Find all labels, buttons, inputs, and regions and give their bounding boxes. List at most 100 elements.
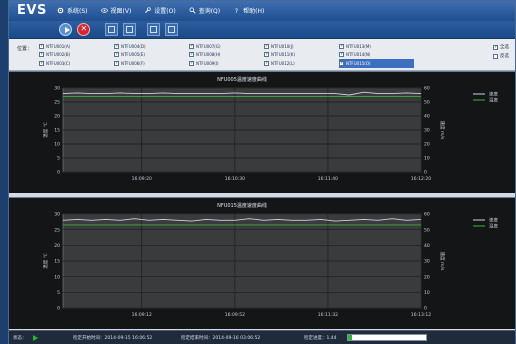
channel-item[interactable]: NTFU014(N) bbox=[339, 51, 414, 60]
x-tick-label: 16:13:12 bbox=[411, 312, 431, 318]
play-icon[interactable] bbox=[59, 23, 72, 36]
channel-checkbox[interactable] bbox=[114, 51, 119, 58]
channel-label: NTFU004(D) bbox=[121, 43, 146, 49]
menu-settings[interactable]: 设置(O) bbox=[144, 6, 176, 15]
legend-label: 温度 bbox=[489, 223, 498, 230]
channel-checkbox[interactable] bbox=[264, 60, 269, 66]
y2-tick-label: 40 bbox=[424, 114, 430, 120]
y2-tick-label: 0 bbox=[424, 170, 427, 176]
channel-checkbox[interactable] bbox=[264, 43, 269, 49]
channel-checkbox[interactable] bbox=[189, 43, 194, 49]
menu-view[interactable]: 视图(V) bbox=[100, 6, 132, 15]
y2-tick-label: 10 bbox=[424, 290, 430, 296]
channel-checkbox[interactable] bbox=[339, 60, 344, 66]
chart-panel-1: NFU005温度速度曲线 0 5 10 15 20 25 30 0 10 20 30 40 50 60 16:… bbox=[9, 71, 515, 193]
channel-item[interactable]: NTFU005(E) bbox=[114, 51, 189, 60]
channel-item[interactable]: NTFU008(H) bbox=[189, 51, 264, 60]
y-axis-label: 温度 ℃ bbox=[42, 253, 49, 268]
y-tick-label: 30 bbox=[54, 212, 60, 218]
y2-tick-label: 30 bbox=[424, 128, 430, 134]
channel-checkbox[interactable] bbox=[39, 51, 44, 58]
channel-checkbox[interactable] bbox=[339, 51, 344, 58]
channel-label: NTFU011(K) bbox=[271, 52, 296, 58]
invert-select-checkbox[interactable] bbox=[493, 53, 498, 59]
start-time: 检定开始时间：2014-09-15 16:06:52 bbox=[73, 336, 153, 341]
channel-checkbox[interactable] bbox=[114, 43, 119, 49]
chart-nfu005: NFU005温度速度曲线 0 5 10 15 20 25 30 0 10 20 30 40 50 60 16:… bbox=[42, 76, 498, 182]
channel-item[interactable]: NTFU010(J) bbox=[264, 42, 339, 51]
stop-icon[interactable] bbox=[77, 23, 90, 36]
y-tick-label: 25 bbox=[54, 100, 60, 106]
device-icon[interactable] bbox=[105, 23, 118, 36]
menu-view-label: 视图(V) bbox=[110, 8, 132, 15]
channel-item[interactable]: NTFU001(A) bbox=[39, 42, 114, 51]
svg-text:?: ? bbox=[235, 8, 238, 14]
x-tick-label: 16:09:52 bbox=[225, 312, 245, 318]
chart-title: NFU005温度速度曲线 bbox=[217, 76, 267, 83]
channel-checkbox[interactable] bbox=[189, 51, 194, 58]
x-tick-label: 16:09:20 bbox=[132, 176, 152, 182]
channel-item[interactable]: NTFU013(M) bbox=[339, 42, 414, 51]
y-tick-label: 10 bbox=[54, 142, 60, 148]
channel-label: NTFU005(E) bbox=[121, 52, 145, 58]
progress-bar bbox=[347, 334, 427, 341]
channel-checkbox[interactable] bbox=[39, 60, 44, 66]
select-all-checkbox[interactable] bbox=[493, 44, 498, 50]
channel-item[interactable]: NTFU009(I) bbox=[189, 59, 264, 68]
legend-label: 温度 bbox=[489, 97, 498, 104]
channel-label: NTFU015(O) bbox=[346, 60, 371, 66]
y-tick-label: 30 bbox=[54, 86, 60, 92]
y2-tick-label: 60 bbox=[424, 86, 430, 92]
y-tick-label: 20 bbox=[54, 243, 60, 249]
menu-help-label: 帮助(H) bbox=[243, 8, 265, 15]
channel-checkbox[interactable] bbox=[189, 60, 194, 66]
channel-label: NTFU003(C) bbox=[46, 60, 71, 66]
channel-label: NTFU010(J) bbox=[271, 43, 294, 49]
eye-icon bbox=[100, 8, 108, 13]
channel-label: NTFU012(L) bbox=[271, 60, 295, 66]
select-all-option[interactable]: 全选 bbox=[493, 44, 509, 50]
channel-checkbox[interactable] bbox=[264, 51, 269, 58]
y2-tick-label: 20 bbox=[424, 274, 430, 280]
chart-nfu015: NFU015温度速度曲线 0 5 10 15 20 25 30 0 10 20 30 40 50 60 16:… bbox=[42, 202, 498, 318]
y2-tick-label: 60 bbox=[424, 212, 430, 218]
channel-item[interactable]: NTFU011(K) bbox=[264, 51, 339, 60]
channel-item[interactable]: NTFU006(F) bbox=[114, 59, 189, 68]
select-options: 全选 反选 bbox=[493, 44, 509, 59]
channel-item[interactable]: NTFU012(L) bbox=[264, 59, 339, 68]
menu-system[interactable]: 系统(S) bbox=[57, 6, 88, 15]
invert-select-option[interactable]: 反选 bbox=[493, 53, 509, 59]
channel-item[interactable]: NTFU004(D) bbox=[114, 42, 189, 51]
gear-icon bbox=[57, 7, 64, 14]
channel-item[interactable]: NTFU015(O) bbox=[339, 59, 414, 68]
status-bar: 状态： 检定开始时间：2014-09-15 16:06:52 检定结束时间：20… bbox=[9, 330, 515, 344]
y2-axis-label: 速度 m/s bbox=[439, 252, 446, 271]
y-tick-label: 20 bbox=[54, 114, 60, 120]
channel-label: NTFU007(G) bbox=[196, 43, 221, 49]
grid-icon[interactable] bbox=[147, 23, 160, 36]
channel-checkbox[interactable] bbox=[114, 60, 119, 66]
menu-query[interactable]: 查询(Q) bbox=[189, 6, 220, 15]
y2-tick-label: 50 bbox=[424, 227, 430, 233]
invert-select-label: 反选 bbox=[500, 54, 509, 59]
channel-checkbox[interactable] bbox=[339, 43, 344, 49]
channel-label: NTFU014(N) bbox=[346, 52, 371, 58]
channel-label: NTFU013(M) bbox=[346, 43, 371, 49]
measure-icon[interactable] bbox=[123, 23, 136, 36]
y-tick-label: 10 bbox=[54, 274, 60, 280]
y-tick-label: 0 bbox=[57, 306, 60, 312]
channel-grid: NTFU001(A) NTFU004(D) NTFU007(G) NTFU010(J)… bbox=[39, 42, 414, 68]
legend-label: 速度 bbox=[489, 91, 498, 98]
channel-item[interactable]: NTFU007(G) bbox=[189, 42, 264, 51]
channel-label: NTFU001(A) bbox=[46, 43, 71, 49]
menu-help[interactable]: ? 帮助(H) bbox=[233, 6, 264, 15]
y2-tick-label: 40 bbox=[424, 243, 430, 249]
chart-panel-2: NFU015温度速度曲线 0 5 10 15 20 25 30 0 10 20 30 40 50 60 16:… bbox=[9, 197, 515, 329]
y2-tick-label: 0 bbox=[424, 306, 427, 312]
channel-item[interactable]: NTFU003(C) bbox=[39, 59, 114, 68]
legend-label: 速度 bbox=[489, 217, 498, 224]
channel-item[interactable]: NTFU002(B) bbox=[39, 51, 114, 60]
channel-checkbox[interactable] bbox=[39, 43, 44, 49]
main-menu: 系统(S) 视图(V) 设置(O) 查询(Q) ? 帮助(H) bbox=[57, 6, 264, 15]
list-icon[interactable] bbox=[165, 23, 178, 36]
